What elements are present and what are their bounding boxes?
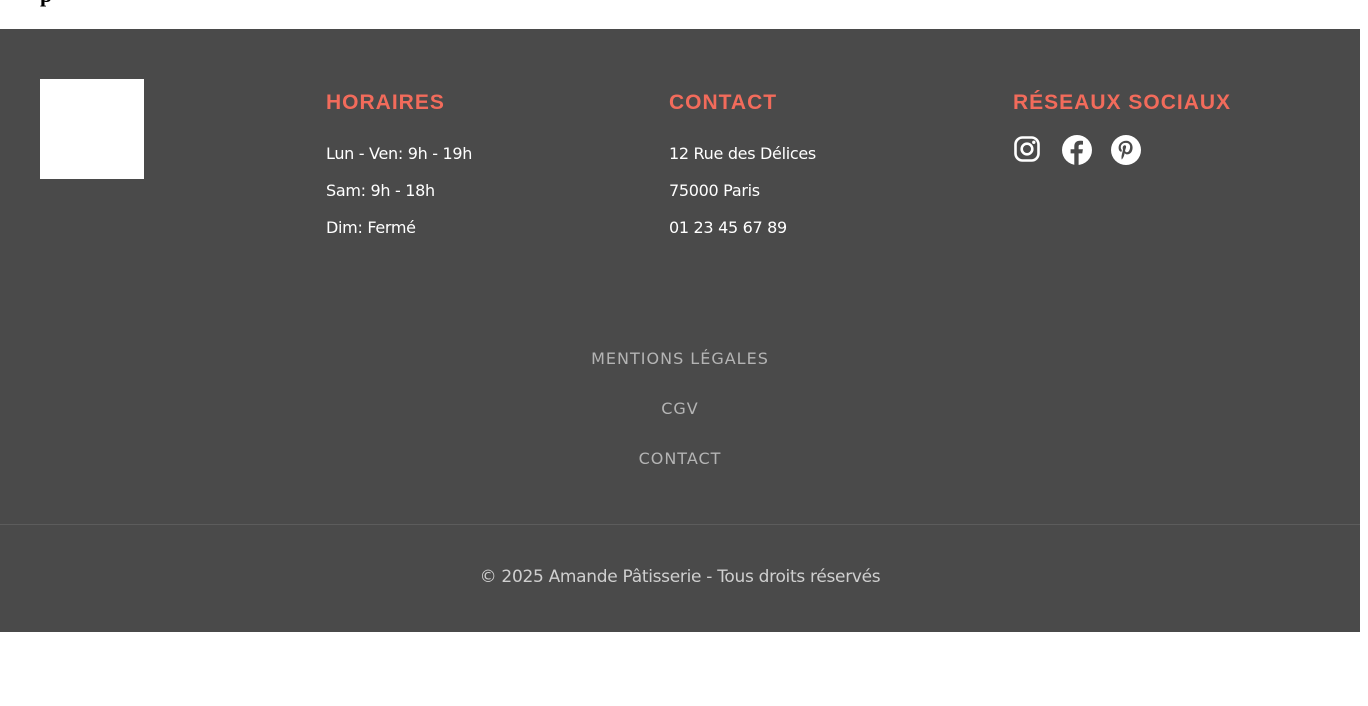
hours-section: HORAIRES Lun - Ven: 9h - 19h Sam: 9h - 1…	[326, 89, 472, 246]
legal-nav: MENTIONS LÉGALES CGV CONTACT	[0, 349, 1360, 499]
social-title: RÉSEAUX SOCIAUX	[1013, 91, 1232, 114]
footer-divider	[0, 524, 1360, 525]
contact-street: 12 Rue des Délices	[669, 144, 816, 163]
legal-link-cgv[interactable]: CGV	[0, 399, 1360, 449]
legal-link-contact[interactable]: CONTACT	[0, 449, 1360, 499]
hours-sunday: Dim: Fermé	[326, 218, 416, 237]
hours-weekdays: Lun - Ven: 9h - 19h	[326, 144, 473, 163]
page-heading-fragment: p	[40, 0, 52, 6]
pinterest-icon[interactable]	[1111, 135, 1141, 165]
hours-title: HORAIRES	[326, 91, 445, 114]
contact-title: CONTACT	[669, 91, 778, 114]
copyright-text: © 2025 Amande Pâtisserie - Tous droits r…	[479, 567, 881, 587]
footer-logo[interactable]	[40, 79, 144, 179]
contact-section: CONTACT 12 Rue des Délices 75000 Paris 0…	[669, 89, 816, 246]
instagram-icon[interactable]	[1013, 135, 1043, 165]
contact-phone[interactable]: 01 23 45 67 89	[669, 209, 816, 246]
legal-link-mentions[interactable]: MENTIONS LÉGALES	[0, 349, 1360, 399]
site-footer: HORAIRES Lun - Ven: 9h - 19h Sam: 9h - 1…	[0, 29, 1360, 632]
social-section: RÉSEAUX SOCIAUX	[1013, 89, 1231, 165]
facebook-icon[interactable]	[1062, 135, 1092, 165]
hours-saturday: Sam: 9h - 18h	[326, 181, 435, 200]
social-links	[1013, 135, 1231, 165]
contact-city: 75000 Paris	[669, 181, 760, 200]
